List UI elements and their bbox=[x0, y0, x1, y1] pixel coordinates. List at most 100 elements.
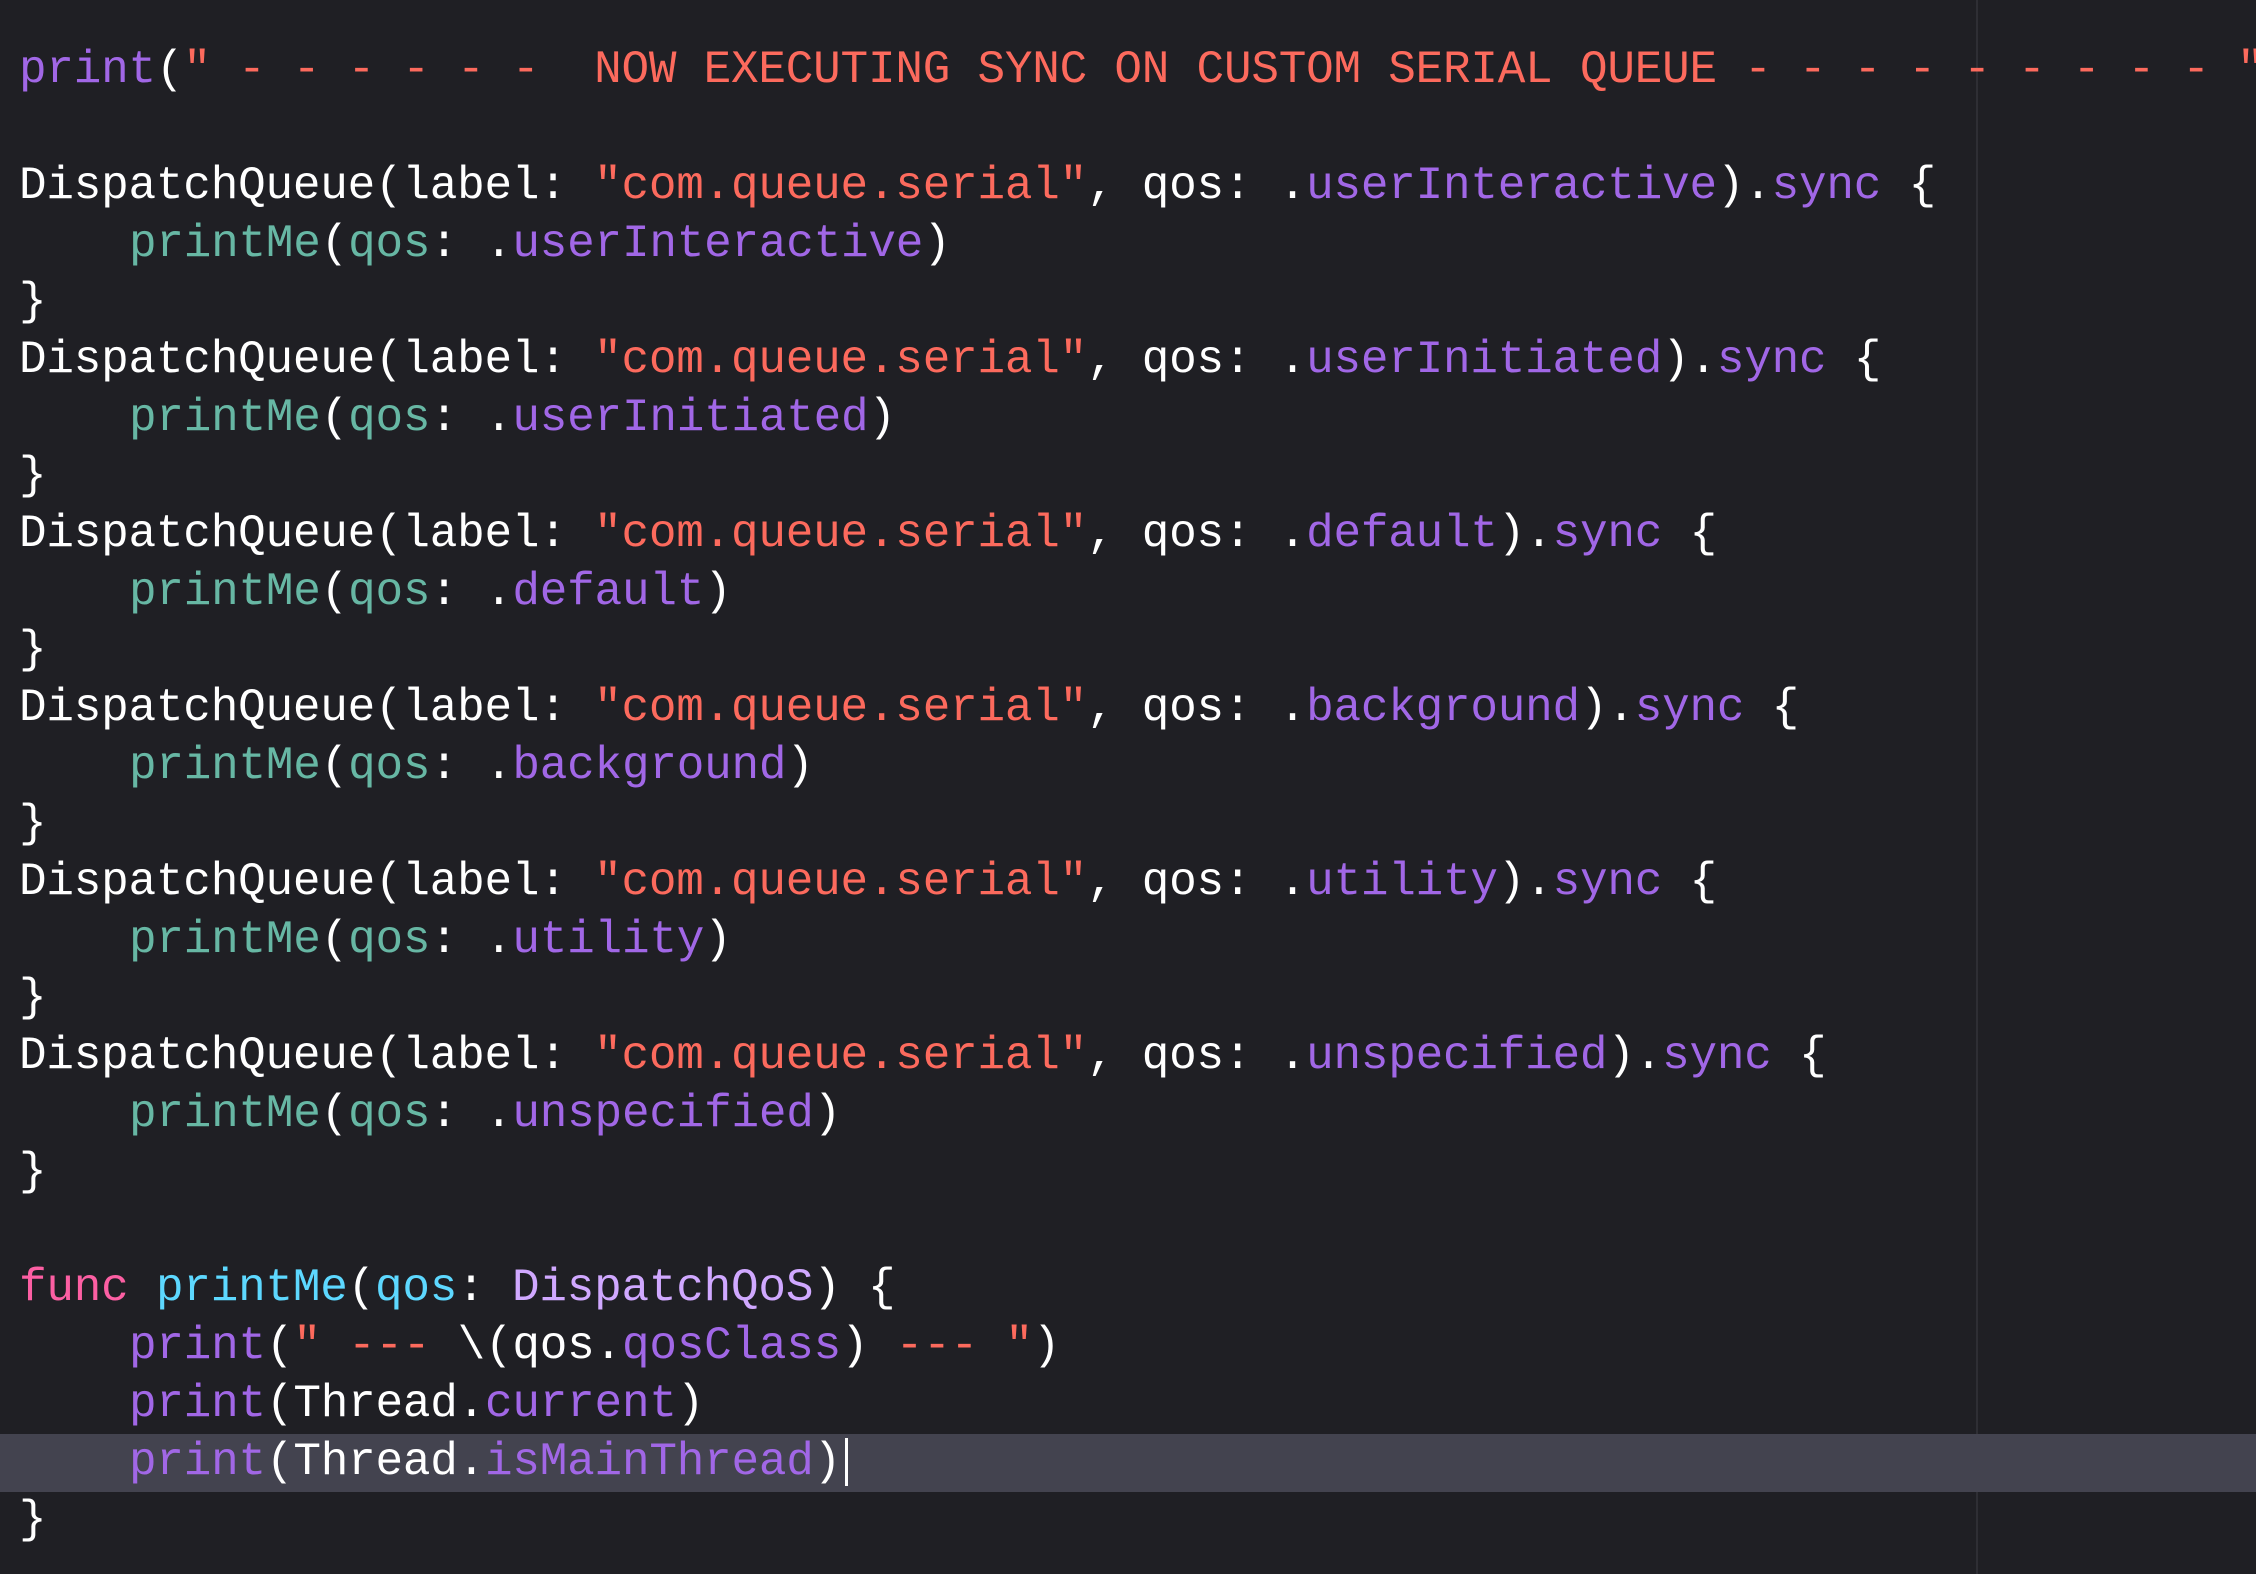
code-token-plain: , qos: . bbox=[1087, 856, 1307, 908]
code-token-param: qos bbox=[348, 392, 431, 444]
code-token-plain: \(qos. bbox=[457, 1320, 623, 1372]
code-token-string: "com.queue.serial" bbox=[594, 160, 1087, 212]
text-cursor bbox=[845, 1437, 849, 1486]
code-token-string: "com.queue.serial" bbox=[594, 682, 1087, 734]
code-token-member: print bbox=[19, 44, 156, 96]
code-token-plain: ) bbox=[923, 218, 951, 270]
code-line[interactable]: printMe(qos: .userInteractive) bbox=[19, 215, 2256, 273]
code-token-member: default bbox=[512, 566, 705, 618]
code-token-plain: : . bbox=[430, 392, 513, 444]
code-token-plain: ( bbox=[155, 44, 184, 96]
code-token-plain: ) bbox=[841, 1320, 869, 1372]
code-line[interactable]: } bbox=[19, 795, 2256, 853]
code-line[interactable]: print(" - - - - - - NOW EXECUTING SYNC O… bbox=[19, 41, 2256, 99]
code-token-plain: : bbox=[457, 1262, 512, 1314]
code-token-plain: ( bbox=[320, 392, 349, 444]
code-token-member: utility bbox=[1306, 856, 1498, 908]
code-token-member: userInteractive bbox=[512, 218, 924, 270]
code-token-plain: ). bbox=[1716, 160, 1772, 212]
code-token-param: printMe bbox=[129, 218, 321, 270]
code-line[interactable]: print(" --- \(qos.qosClass) --- ") bbox=[19, 1317, 2256, 1375]
code-token-plain: ) bbox=[704, 914, 732, 966]
code-token-member: unspecified bbox=[512, 1088, 814, 1140]
code-token-func-decl: qos bbox=[375, 1262, 458, 1314]
code-line[interactable]: printMe(qos: .background) bbox=[19, 737, 2256, 795]
code-editor[interactable]: print(" - - - - - - NOW EXECUTING SYNC O… bbox=[0, 0, 2256, 1574]
code-token-plain: ) bbox=[868, 392, 896, 444]
code-token-string: "com.queue.serial" bbox=[594, 334, 1087, 386]
code-line[interactable] bbox=[19, 1201, 2256, 1259]
code-line[interactable]: } bbox=[19, 1143, 2256, 1201]
code-token-plain: ( bbox=[320, 218, 349, 270]
code-token-plain: ). bbox=[1497, 508, 1553, 560]
code-token-member: default bbox=[1306, 508, 1498, 560]
code-token-member: sync bbox=[1771, 160, 1882, 212]
code-token-member: sync bbox=[1552, 856, 1663, 908]
code-token-plain: { bbox=[1771, 1030, 1827, 1082]
code-token-member: print bbox=[129, 1436, 266, 1488]
code-line[interactable]: printMe(qos: .default) bbox=[19, 563, 2256, 621]
code-line[interactable]: DispatchQueue(label: "com.queue.serial",… bbox=[19, 679, 2256, 737]
code-token-plain: (Thread. bbox=[265, 1436, 486, 1488]
code-token-param: printMe bbox=[129, 740, 321, 792]
code-line[interactable] bbox=[19, 99, 2256, 157]
code-token-plain: : . bbox=[430, 1088, 513, 1140]
code-token-plain: ) bbox=[1032, 1320, 1061, 1372]
code-token-plain: DispatchQueue(label: bbox=[19, 334, 595, 386]
code-line[interactable]: print(Thread.current) bbox=[19, 1375, 2256, 1433]
code-token-plain: DispatchQueue(label: bbox=[19, 508, 595, 560]
code-line[interactable]: DispatchQueue(label: "com.queue.serial",… bbox=[19, 853, 2256, 911]
code-line[interactable]: } bbox=[19, 1491, 2256, 1549]
code-line[interactable]: } bbox=[19, 447, 2256, 505]
code-token-param: qos bbox=[348, 914, 431, 966]
code-token-param: qos bbox=[348, 218, 431, 270]
code-line[interactable]: func printMe(qos: DispatchQoS) { bbox=[19, 1259, 2256, 1317]
code-line[interactable]: printMe(qos: .unspecified) bbox=[19, 1085, 2256, 1143]
code-token-plain: } bbox=[19, 624, 47, 676]
code-token-plain: ) bbox=[704, 566, 732, 618]
code-token-param: printMe bbox=[129, 392, 321, 444]
source-code[interactable]: print(" - - - - - - NOW EXECUTING SYNC O… bbox=[19, 41, 2256, 1549]
code-token-plain: ). bbox=[1607, 1030, 1663, 1082]
code-token-plain: , qos: . bbox=[1087, 160, 1307, 212]
code-token-plain: , qos: . bbox=[1087, 334, 1307, 386]
code-token-member: sync bbox=[1662, 1030, 1772, 1082]
code-line[interactable]: DispatchQueue(label: "com.queue.serial",… bbox=[19, 157, 2256, 215]
code-token-member: sync bbox=[1552, 508, 1663, 560]
code-token-plain: ) { bbox=[813, 1262, 896, 1314]
code-token-plain: ( bbox=[265, 1320, 294, 1372]
code-line[interactable]: } bbox=[19, 969, 2256, 1027]
code-token-plain: { bbox=[1662, 856, 1717, 908]
code-line[interactable]: DispatchQueue(label: "com.queue.serial",… bbox=[19, 505, 2256, 563]
code-line[interactable]: DispatchQueue(label: "com.queue.serial",… bbox=[19, 331, 2256, 389]
code-token-member: print bbox=[129, 1378, 266, 1430]
code-token-member: isMainThread bbox=[485, 1436, 814, 1488]
code-token-param: printMe bbox=[129, 914, 321, 966]
code-token-plain: : . bbox=[430, 914, 513, 966]
code-token-string: "com.queue.serial" bbox=[594, 856, 1087, 908]
code-token-plain: { bbox=[1826, 334, 1882, 386]
code-line[interactable]: DispatchQueue(label: "com.queue.serial",… bbox=[19, 1027, 2256, 1085]
code-token-param: printMe bbox=[129, 1088, 321, 1140]
code-token-string: "com.queue.serial" bbox=[594, 1030, 1087, 1082]
code-token-plain: : . bbox=[430, 566, 513, 618]
code-token-param: printMe bbox=[129, 566, 321, 618]
code-token-plain: ( bbox=[347, 1262, 376, 1314]
code-token-plain: ) bbox=[676, 1378, 705, 1430]
code-token-plain: } bbox=[19, 1146, 47, 1198]
code-token-member: userInteractive bbox=[1306, 160, 1717, 212]
code-line[interactable]: printMe(qos: .userInitiated) bbox=[19, 389, 2256, 447]
code-line[interactable]: printMe(qos: .utility) bbox=[19, 911, 2256, 969]
code-token-member: print bbox=[129, 1320, 266, 1372]
code-token-plain: , qos: . bbox=[1087, 682, 1307, 734]
code-token-string: --- " bbox=[868, 1320, 1033, 1372]
code-token-member: qosClass bbox=[621, 1320, 842, 1372]
code-token-plain: } bbox=[19, 972, 47, 1024]
code-token-plain: ) bbox=[813, 1088, 842, 1140]
code-line[interactable]: } bbox=[19, 621, 2256, 679]
code-line[interactable]: } bbox=[19, 273, 2256, 331]
code-token-plain: DispatchQueue(label: bbox=[19, 160, 595, 212]
code-line[interactable]: print(Thread.isMainThread) bbox=[19, 1433, 2256, 1491]
code-token-plain: , qos: . bbox=[1087, 508, 1307, 560]
